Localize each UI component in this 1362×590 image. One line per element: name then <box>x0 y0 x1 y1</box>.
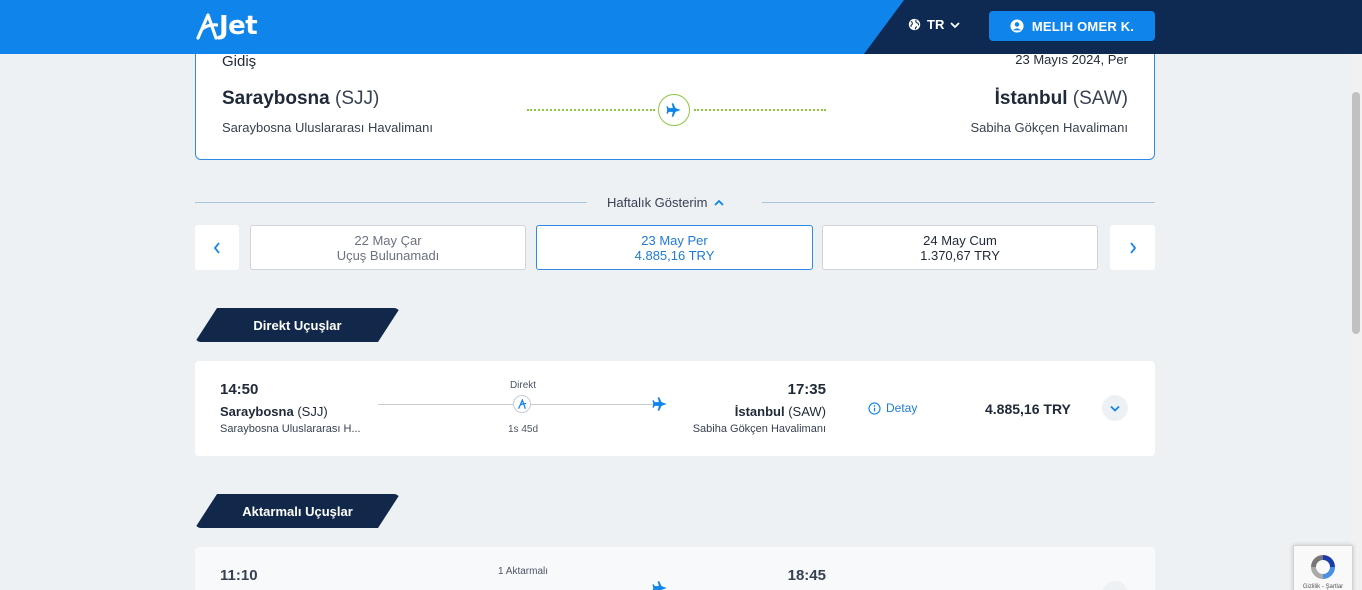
date-tab-date: 22 May Çar <box>354 232 422 248</box>
user-name: MELIH OMER K. <box>1031 18 1135 34</box>
next-day-button[interactable] <box>1110 225 1155 270</box>
recaptcha-badge[interactable]: Gizlilik - Şartlar <box>1293 545 1353 590</box>
section-connecting-flights: Aktarmalı Uçuşlar <box>195 494 400 528</box>
destination-code: (SAW) <box>1072 88 1128 109</box>
page-scrollbar[interactable] <box>1350 54 1362 590</box>
origin-airport: Saraybosna Uluslararası Havalimanı <box>222 120 433 135</box>
chevron-right-icon <box>1129 241 1136 254</box>
direction-label: Gidiş <box>222 53 257 70</box>
arrival-airport: Sabiha Gökçen Havalimanı <box>692 423 826 435</box>
date-tab-info: 1.370,67 TRY <box>920 247 1000 263</box>
plane-icon <box>652 581 667 590</box>
date-tab-info: Uçuş Bulunamadı <box>336 247 440 263</box>
plane-icon <box>652 397 667 411</box>
arrival-city-name: İstanbul <box>734 404 785 419</box>
arrival-time: 18:45 <box>787 567 826 584</box>
scrollbar-thumb[interactable] <box>1352 92 1360 334</box>
weekly-view: Haftalık Gösterim <box>195 195 1155 211</box>
chevron-down-icon <box>1110 405 1120 412</box>
date-tab-next[interactable]: 24 May Cum 1.370,67 TRY <box>822 225 1098 270</box>
date-tab-date: 23 May Per <box>641 232 708 248</box>
route-date: 23 Mayıs 2024, Per <box>1015 52 1128 67</box>
language-selector[interactable]: TR <box>908 17 960 32</box>
arrival-code: (SAW) <box>788 404 826 419</box>
user-icon <box>1010 19 1024 33</box>
date-tab-date: 24 May Cum <box>923 232 997 248</box>
globe-icon <box>908 18 921 31</box>
recaptcha-icon <box>1311 555 1335 579</box>
weekly-divider-right <box>762 202 1155 203</box>
flight-duration: 1s 45d <box>507 424 539 435</box>
user-account-button[interactable]: MELIH OMER K. <box>989 11 1155 41</box>
date-tab-selected[interactable]: 23 May Per 4.885,16 TRY <box>536 225 813 270</box>
weekly-view-label: Haftalık Gösterim <box>607 195 708 210</box>
top-header: Jet TR MELIH OMER K. <box>0 0 1362 54</box>
destination-city: İstanbul (SAW) <box>995 88 1128 110</box>
route-dotted-line-left <box>527 109 655 111</box>
date-tab-prev[interactable]: 22 May Çar Uçuş Bulunamadı <box>250 225 526 270</box>
info-icon <box>868 401 881 415</box>
ajet-logo[interactable]: Jet <box>196 10 258 42</box>
flight-price[interactable]: 4.885,16 TRY <box>985 401 1071 417</box>
chevron-down-icon <box>950 21 960 28</box>
stop-type: 1 Aktarmalı <box>497 566 549 577</box>
recaptcha-text: Gizlilik - Şartlar <box>1302 584 1344 590</box>
arrival-city: İstanbul (SAW) <box>735 404 826 419</box>
chevron-up-icon <box>714 199 725 206</box>
weekly-divider-left <box>195 202 587 203</box>
stop-type: Direkt <box>509 380 537 391</box>
expand-flight-button[interactable] <box>1102 581 1128 590</box>
departure-time: 11:10 <box>220 567 258 584</box>
origin-city: Saraybosna (SJJ) <box>222 88 379 110</box>
plane-icon <box>666 103 681 117</box>
departure-city: Saraybosna (SJJ) <box>220 404 328 419</box>
departure-airport: Saraybosna Uluslararası H... <box>220 423 361 435</box>
weekly-view-toggle[interactable]: Haftalık Gösterim <box>607 195 725 210</box>
flight-card[interactable]: 11:10 1 Aktarmalı 18:45 <box>195 547 1155 590</box>
ajet-logo-icon <box>196 13 218 40</box>
detail-link[interactable]: Detay <box>868 401 917 415</box>
language-code: TR <box>927 17 945 32</box>
ajet-mini-icon <box>518 399 527 409</box>
origin-code: (SJJ) <box>335 88 380 109</box>
flight-card[interactable]: 14:50 Saraybosna (SJJ) Saraybosna Ulusla… <box>195 361 1155 456</box>
detail-label: Detay <box>886 401 918 415</box>
previous-day-button[interactable] <box>195 225 239 270</box>
departure-time: 14:50 <box>220 381 259 398</box>
logo-text: Jet <box>219 11 258 41</box>
date-tab-info: 4.885,16 TRY <box>634 247 715 263</box>
origin-city-name: Saraybosna <box>222 88 330 109</box>
route-plane-icon <box>658 94 690 126</box>
arrival-time: 17:35 <box>787 381 826 398</box>
departure-city-name: Saraybosna <box>220 404 294 419</box>
chevron-left-icon <box>213 241 220 254</box>
section-direct-flights: Direkt Uçuşlar <box>195 308 400 342</box>
airline-logo-icon <box>513 395 531 413</box>
route-dotted-line-right <box>694 109 826 111</box>
expand-flight-button[interactable] <box>1102 395 1128 421</box>
destination-city-name: İstanbul <box>994 88 1068 109</box>
destination-airport: Sabiha Gökçen Havalimanı <box>970 120 1128 135</box>
departure-code: (SJJ) <box>297 404 328 419</box>
